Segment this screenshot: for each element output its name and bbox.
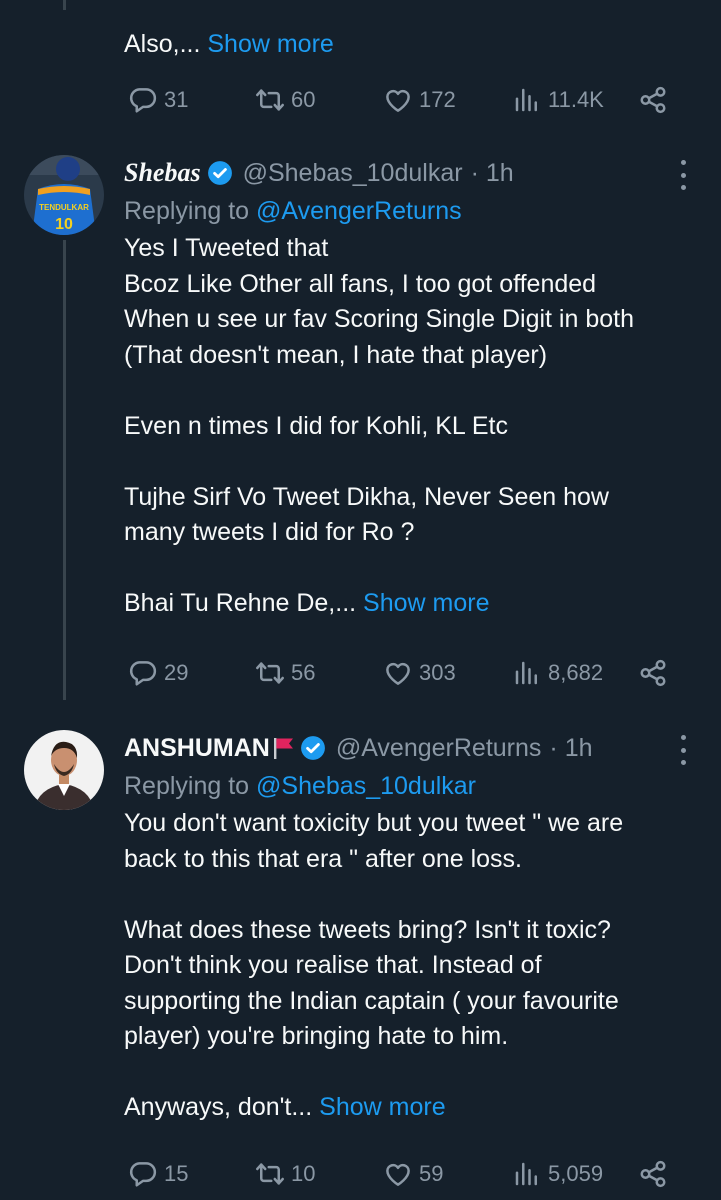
- replying-label: Replying to: [124, 772, 257, 800]
- views-count: 11.4K: [548, 87, 604, 112]
- retweet-icon: [255, 658, 285, 688]
- reply-button[interactable]: 15: [128, 1159, 255, 1189]
- more-options-icon[interactable]: [675, 735, 691, 765]
- show-more-link[interactable]: Show more: [207, 30, 333, 58]
- retweet-button[interactable]: 60: [255, 85, 383, 115]
- show-more-link[interactable]: Show more: [319, 1093, 445, 1121]
- heart-icon: [383, 85, 413, 115]
- retweet-count: 56: [291, 660, 316, 685]
- timestamp[interactable]: · 1h: [471, 159, 514, 188]
- tweet-actions: 15 10 59 5,059: [128, 1154, 676, 1194]
- share-icon: [638, 658, 668, 688]
- verified-badge-icon: [207, 161, 232, 185]
- avatar-image: TENDULKAR 10: [24, 155, 104, 235]
- heart-icon: [383, 1159, 413, 1189]
- retweet-icon: [255, 85, 285, 115]
- flag-icon: [273, 738, 293, 759]
- avatar-image: [24, 730, 104, 810]
- reply-count: 15: [164, 1161, 189, 1186]
- views-button[interactable]: 8,682: [512, 658, 638, 688]
- tweet: ANSHUMAN @AvengerReturns · 1h Replying t…: [0, 730, 721, 1200]
- avatar[interactable]: [24, 730, 104, 810]
- share-button[interactable]: [638, 658, 668, 688]
- tweet-body: Shebas @Shebas_10dulkar · 1h Replying to…: [124, 155, 691, 622]
- display-name[interactable]: ANSHUMAN: [124, 734, 270, 763]
- share-button[interactable]: [638, 1159, 668, 1189]
- like-button[interactable]: 172: [383, 85, 512, 115]
- retweet-count: 10: [291, 1161, 316, 1186]
- reply-button[interactable]: 29: [128, 658, 255, 688]
- replying-to: Replying to @AvengerReturns: [124, 191, 691, 231]
- like-button[interactable]: 59: [383, 1159, 512, 1189]
- like-count: 59: [419, 1161, 444, 1186]
- tweet-body: ANSHUMAN @AvengerReturns · 1h Replying t…: [124, 730, 691, 1126]
- reply-button[interactable]: 31: [128, 85, 255, 115]
- like-count: 303: [419, 660, 456, 685]
- retweet-count: 60: [291, 87, 316, 112]
- avatar[interactable]: TENDULKAR 10: [24, 155, 104, 235]
- retweet-button[interactable]: 10: [255, 1159, 383, 1189]
- verified-badge-icon: [300, 736, 325, 760]
- reply-count: 31: [164, 87, 189, 112]
- timestamp[interactable]: · 1h: [549, 734, 592, 763]
- avatar-jersey-name: TENDULKAR: [39, 203, 89, 212]
- tweet-header: Shebas @Shebas_10dulkar · 1h: [124, 155, 691, 191]
- views-count: 8,682: [548, 660, 604, 685]
- tweet-text-block: You don't want toxicity but you tweet " …: [124, 806, 691, 1126]
- tweet-actions: 29 56 303 8,682: [128, 653, 676, 693]
- views-button[interactable]: 5,059: [512, 1159, 638, 1189]
- tweet-header: ANSHUMAN @AvengerReturns · 1h: [124, 730, 691, 766]
- mention-link[interactable]: @Shebas_10dulkar: [256, 772, 476, 800]
- reply-count: 29: [164, 660, 189, 685]
- tweet: TENDULKAR 10 Shebas @Shebas_10dulkar · 1…: [0, 155, 721, 715]
- tweet-actions: 31 60 172 11.4K: [128, 80, 676, 120]
- like-count: 172: [419, 87, 456, 112]
- views-count: 5,059: [548, 1161, 604, 1186]
- user-handle[interactable]: @Shebas_10dulkar: [243, 159, 463, 188]
- like-button[interactable]: 303: [383, 658, 512, 688]
- heart-icon: [383, 658, 413, 688]
- mention-link[interactable]: @AvengerReturns: [256, 197, 462, 225]
- share-icon: [638, 1159, 668, 1189]
- replying-to: Replying to @Shebas_10dulkar: [124, 766, 691, 806]
- reply-icon: [128, 658, 158, 688]
- thread-line: [63, 0, 66, 10]
- views-icon: [512, 85, 542, 115]
- replying-label: Replying to: [124, 197, 257, 225]
- more-options-icon[interactable]: [675, 160, 691, 190]
- tweet-text-block: Yes I Tweeted that Bcoz Like Other all f…: [124, 231, 691, 622]
- retweet-button[interactable]: 56: [255, 658, 383, 688]
- avatar-jersey-number: 10: [55, 216, 73, 233]
- reply-icon: [128, 85, 158, 115]
- retweet-icon: [255, 1159, 285, 1189]
- tweet-text: Yes I Tweeted that Bcoz Like Other all f…: [124, 234, 634, 617]
- share-icon: [638, 85, 668, 115]
- display-name[interactable]: Shebas: [124, 158, 201, 188]
- share-button[interactable]: [638, 85, 668, 115]
- views-icon: [512, 1159, 542, 1189]
- views-button[interactable]: 11.4K: [512, 85, 638, 115]
- show-more-link[interactable]: Show more: [363, 589, 489, 617]
- views-icon: [512, 658, 542, 688]
- tweet-text: You don't want toxicity but you tweet " …: [124, 809, 624, 1121]
- tweet-text-fragment: Also,... Show more: [124, 26, 334, 62]
- reply-icon: [128, 1159, 158, 1189]
- user-handle[interactable]: @AvengerReturns: [336, 734, 542, 763]
- tweet-text: Also,...: [124, 30, 208, 58]
